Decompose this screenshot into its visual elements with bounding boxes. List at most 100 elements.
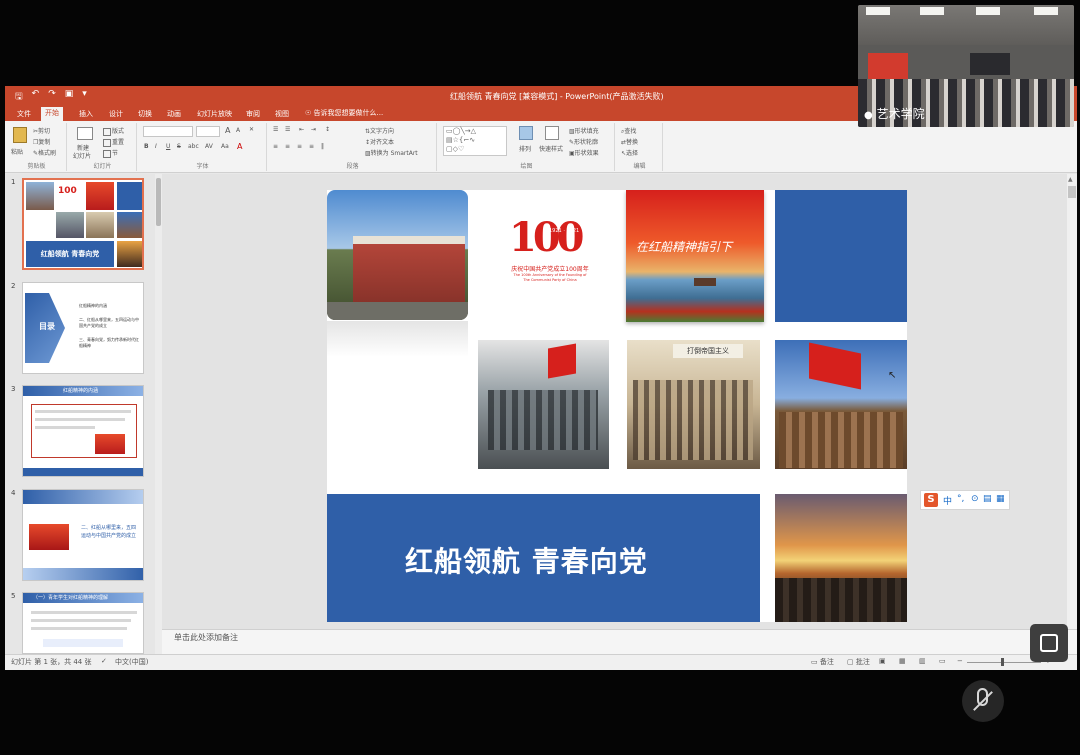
indent-decrease-icon[interactable]: ⇤ bbox=[299, 126, 304, 133]
thumbnail-scroll-thumb[interactable] bbox=[156, 178, 161, 226]
scroll-up-icon[interactable]: ▲ bbox=[1068, 176, 1073, 183]
voice-icon[interactable]: ⊙ bbox=[971, 494, 979, 504]
paste-button[interactable]: 粘贴 bbox=[11, 147, 23, 156]
ime-mode-label[interactable]: 中 bbox=[943, 494, 952, 507]
tab-design[interactable]: 设计 bbox=[105, 108, 127, 120]
smartart-button[interactable]: ▨转换为 SmartArt bbox=[365, 148, 418, 157]
shape-effects-button[interactable]: ▣形状效果 bbox=[569, 148, 599, 157]
shape-outline-button[interactable]: ✎形状轮廓 bbox=[569, 137, 598, 146]
customize-qat-icon[interactable]: ▾ bbox=[82, 89, 87, 105]
heart-shape-icon[interactable]: ♡ bbox=[458, 145, 464, 153]
notes-placeholder[interactable]: 单击此处添加备注 bbox=[174, 632, 238, 643]
quick-styles-icon[interactable] bbox=[545, 126, 559, 140]
slide-thumb-1[interactable]: 100 红船领航 青春向党 bbox=[22, 178, 144, 270]
normal-view-icon[interactable]: ▣ bbox=[879, 657, 886, 665]
bold-button[interactable]: B bbox=[144, 143, 149, 150]
textbox-shape-icon[interactable]: ▤ bbox=[446, 136, 453, 144]
comments-button[interactable]: ▢ 批注 bbox=[847, 657, 870, 667]
new-slide-icon[interactable] bbox=[77, 127, 93, 140]
shapes-gallery[interactable]: ▭◯╲→△ ▤☆{⌐∿ ▢◇♡ bbox=[443, 126, 507, 156]
rotate-screen-button[interactable] bbox=[1030, 624, 1068, 662]
slide-thumb-2[interactable]: 目录 红船精神的内涵 二、红船从哪里来，五四运动与中国共产党的成立 三、青春向党… bbox=[22, 282, 144, 374]
thumbnail-scrollbar[interactable] bbox=[155, 174, 162, 654]
arrange-icon[interactable] bbox=[519, 126, 533, 140]
zoom-slider[interactable] bbox=[967, 662, 1041, 663]
layout-button[interactable]: 版式 bbox=[103, 126, 124, 136]
undo-icon[interactable]: ↶ bbox=[32, 89, 40, 105]
new-slide-sub[interactable]: 幻灯片 bbox=[73, 151, 91, 160]
shrink-font-button[interactable]: A bbox=[236, 127, 240, 134]
triangle-shape-icon[interactable]: △ bbox=[471, 127, 476, 135]
rectangle-shape-icon[interactable]: ▭ bbox=[446, 127, 453, 135]
spell-check-icon[interactable]: ✓ bbox=[101, 657, 107, 665]
cut-button[interactable]: ✂剪切 bbox=[33, 126, 50, 135]
keyboard-icon[interactable]: ▤ bbox=[983, 494, 992, 504]
ime-toolbar[interactable]: S 中 °, ⊙ ▤ ▦ bbox=[920, 490, 1010, 510]
tell-me-search[interactable]: ☉ 告诉我您想要做什么... bbox=[305, 108, 383, 118]
find-button[interactable]: ⌕查找 bbox=[621, 126, 636, 136]
shadow-button[interactable]: abc bbox=[188, 143, 199, 150]
notes-pane[interactable]: 单击此处添加备注 bbox=[162, 629, 1077, 654]
clear-format-icon[interactable]: ✕ bbox=[249, 126, 254, 133]
zoom-out-icon[interactable]: − bbox=[957, 657, 963, 665]
align-center-icon[interactable]: ≡ bbox=[285, 143, 290, 150]
replace-button[interactable]: ⇄替换 bbox=[621, 137, 638, 146]
reading-view-icon[interactable]: ▥ bbox=[919, 657, 926, 665]
font-name-input[interactable] bbox=[143, 126, 193, 137]
mute-microphone-button[interactable] bbox=[962, 680, 1004, 722]
slide-thumb-3[interactable]: 红船精神的内涵 bbox=[22, 385, 144, 477]
strikethrough-button[interactable]: S bbox=[177, 143, 181, 150]
tab-view[interactable]: 视图 bbox=[271, 108, 293, 120]
italic-button[interactable]: I bbox=[155, 143, 157, 150]
format-painter-button[interactable]: ✎格式刷 bbox=[33, 148, 56, 157]
font-color-icon[interactable]: A bbox=[237, 142, 242, 151]
shape-fill-button[interactable]: ▧形状填充 bbox=[569, 126, 599, 135]
redo-icon[interactable]: ↷ bbox=[48, 89, 56, 105]
tab-slideshow[interactable]: 幻灯片放映 bbox=[193, 108, 236, 120]
copy-button[interactable]: ❐复制 bbox=[33, 137, 50, 146]
align-text-button[interactable]: ↕对齐文本 bbox=[365, 137, 394, 146]
bullets-icon[interactable]: ☰ bbox=[273, 126, 278, 133]
line-spacing-icon[interactable]: ↕ bbox=[325, 126, 330, 133]
align-right-icon[interactable]: ≡ bbox=[297, 143, 302, 150]
tab-home[interactable]: 开始 bbox=[41, 107, 63, 121]
participant-video[interactable]: ● 艺术学院 bbox=[858, 5, 1074, 127]
slideshow-view-icon[interactable]: ▭ bbox=[939, 657, 946, 665]
reset-button[interactable]: 重置 bbox=[103, 137, 124, 147]
language-status[interactable]: 中文(中国) bbox=[115, 657, 148, 667]
notes-toggle-button[interactable]: ▭ 备注 bbox=[811, 657, 834, 667]
paste-icon[interactable] bbox=[13, 127, 27, 143]
save-icon[interactable]: 🖫 bbox=[15, 89, 23, 105]
zoom-slider-thumb[interactable] bbox=[1001, 658, 1004, 666]
tab-file[interactable]: 文件 bbox=[13, 108, 35, 120]
current-slide[interactable]: 100 1921 · 2021 庆祝中国共产党成立100周年 The 100th… bbox=[327, 190, 907, 622]
grow-font-button[interactable]: A bbox=[225, 126, 230, 135]
arrange-button[interactable]: 排列 bbox=[519, 144, 531, 153]
slide-sorter-icon[interactable]: ▦ bbox=[899, 657, 906, 665]
tab-insert[interactable]: 插入 bbox=[75, 108, 97, 120]
slide-title[interactable]: 红船领航 青春向党 bbox=[405, 540, 648, 580]
toolbox-icon[interactable]: ▦ bbox=[996, 494, 1005, 504]
present-icon[interactable]: ▣ bbox=[65, 89, 74, 105]
tab-transitions[interactable]: 切换 bbox=[134, 108, 156, 120]
text-direction-button[interactable]: ⇅文字方向 bbox=[365, 126, 394, 135]
justify-icon[interactable]: ≡ bbox=[309, 143, 314, 150]
font-size-input[interactable] bbox=[196, 126, 220, 137]
char-spacing-button[interactable]: AV bbox=[205, 143, 213, 150]
tab-animations[interactable]: 动画 bbox=[163, 108, 185, 120]
punctuation-icon[interactable]: °, bbox=[957, 494, 964, 504]
curve-shape-icon[interactable]: ∿ bbox=[469, 136, 475, 144]
underline-button[interactable]: U bbox=[166, 143, 170, 150]
slide-vertical-scrollbar[interactable]: ▲ bbox=[1067, 174, 1077, 629]
change-case-button[interactable]: Aa bbox=[221, 143, 229, 150]
slide-thumb-5[interactable]: （一）青年学生对红船精神的理解 bbox=[22, 592, 144, 654]
section-button[interactable]: 节 bbox=[103, 148, 118, 158]
numbering-icon[interactable]: ☰ bbox=[285, 126, 290, 133]
slide-thumb-4[interactable]: 二、红船从哪里来，五四运动与中国共产党的成立 bbox=[22, 489, 144, 581]
quick-styles-button[interactable]: 快速样式 bbox=[539, 144, 563, 153]
select-button[interactable]: ↖选择 bbox=[621, 148, 638, 157]
columns-icon[interactable]: ‖ bbox=[321, 143, 324, 150]
indent-increase-icon[interactable]: ⇥ bbox=[311, 126, 316, 133]
slide-scroll-thumb[interactable] bbox=[1068, 186, 1076, 198]
align-left-icon[interactable]: ≡ bbox=[273, 143, 278, 150]
